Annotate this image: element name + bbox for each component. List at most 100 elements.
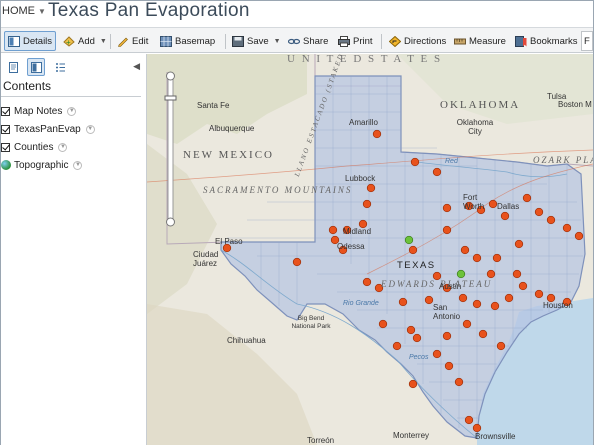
bookmarks-button[interactable]: Bookmarks — [512, 31, 581, 51]
map-label-city: Lubbock — [345, 174, 376, 183]
layer-checkbox[interactable] — [1, 142, 10, 152]
basemap-label: Basemap — [175, 35, 216, 47]
layer-label: TexasPanEvap — [14, 123, 81, 135]
share-button[interactable]: Share — [285, 31, 331, 51]
basemap-button[interactable]: Basemap — [157, 31, 218, 51]
details-button[interactable]: Details — [4, 31, 57, 51]
station-point[interactable] — [408, 245, 418, 255]
map-label-river: Pecos — [409, 354, 429, 361]
add-label: Add — [78, 35, 95, 47]
station-point[interactable] — [408, 379, 418, 389]
station-point[interactable] — [514, 239, 524, 249]
toolbar-divider — [381, 34, 382, 49]
layer-label: Map Notes — [14, 105, 63, 117]
station-point[interactable] — [410, 157, 420, 167]
station-point[interactable] — [362, 199, 372, 209]
legend-list-icon — [55, 62, 65, 72]
station-point[interactable] — [500, 211, 510, 221]
save-label: Save — [247, 35, 269, 47]
station-point[interactable] — [512, 269, 522, 279]
layer-map-notes[interactable]: Map Notes ▼ — [1, 104, 77, 118]
map-label-city: Dallas — [497, 202, 520, 211]
station-point[interactable] — [442, 225, 452, 235]
collapse-panel-icon[interactable]: ◀ — [133, 61, 140, 72]
layer-texaspanevap[interactable]: TexasPanEvap ▼ — [1, 122, 95, 136]
map-label-city: Houston — [543, 301, 573, 310]
title-bar: HOME ▼ Texas Pan Evaporation — [1, 0, 593, 25]
station-point[interactable] — [362, 277, 372, 287]
station-point[interactable] — [504, 293, 514, 303]
station-point[interactable] — [486, 269, 496, 279]
home-menu[interactable]: HOME ▼ — [1, 5, 46, 21]
station-point[interactable] — [406, 325, 416, 335]
station-point[interactable] — [518, 281, 528, 291]
station-point[interactable] — [424, 295, 434, 305]
bookmark-icon — [515, 35, 527, 47]
station-point[interactable] — [454, 377, 464, 387]
measure-button[interactable]: Measure — [451, 31, 509, 51]
station-point[interactable] — [444, 361, 454, 371]
about-doc-icon — [8, 61, 18, 73]
station-point[interactable] — [372, 129, 382, 139]
edit-button[interactable]: Edit — [114, 31, 151, 51]
layer-options-chevron-icon[interactable]: ▼ — [58, 142, 68, 152]
station-point[interactable] — [378, 319, 388, 329]
basemap-globe-icon — [1, 160, 11, 170]
station-point[interactable] — [534, 289, 544, 299]
contents-divider — [1, 96, 141, 97]
station-point[interactable] — [472, 423, 482, 433]
add-button[interactable]: + Add ▼ — [60, 31, 110, 51]
map-label-sacramento-mountains: SACRAMENTO MOUNTAINS — [203, 185, 353, 195]
station-point[interactable] — [442, 331, 452, 341]
layer-checkbox[interactable] — [1, 124, 10, 134]
directions-button[interactable]: Directions — [386, 31, 449, 51]
add-icon: + — [63, 35, 75, 47]
tab-about[interactable] — [4, 58, 22, 76]
station-point[interactable] — [432, 349, 442, 359]
tab-contents[interactable] — [27, 58, 45, 76]
station-point[interactable] — [478, 329, 488, 339]
edit-label: Edit — [132, 35, 149, 47]
station-point[interactable] — [366, 183, 376, 193]
layer-options-chevron-icon[interactable]: ▼ — [73, 160, 83, 170]
print-button[interactable]: Print — [335, 31, 376, 51]
details-icon — [8, 35, 20, 47]
find-button[interactable]: F — [581, 31, 593, 51]
station-point[interactable] — [574, 231, 584, 241]
layer-checkbox[interactable] — [1, 106, 10, 116]
station-point[interactable] — [534, 207, 544, 217]
map-label-city: Oklahoma City — [456, 118, 494, 136]
tab-legend[interactable] — [51, 58, 69, 76]
station-point[interactable] — [490, 301, 500, 311]
station-point[interactable] — [562, 223, 572, 233]
station-point[interactable] — [462, 319, 472, 329]
station-point[interactable] — [432, 167, 442, 177]
details-label: Details — [23, 35, 53, 47]
save-button[interactable]: Save ▼ — [229, 31, 284, 51]
station-point[interactable] — [442, 203, 452, 213]
station-point[interactable] — [472, 253, 482, 263]
station-point[interactable] — [460, 245, 470, 255]
layer-counties[interactable]: Counties ▼ — [1, 140, 68, 154]
map-title: Texas Pan Evaporation — [48, 0, 250, 21]
station-point[interactable] — [546, 215, 556, 225]
station-point[interactable] — [492, 253, 502, 263]
station-point[interactable] — [392, 341, 402, 351]
station-point[interactable] — [472, 299, 482, 309]
directions-icon — [389, 35, 401, 47]
selected-station-point[interactable] — [456, 269, 466, 279]
layer-options-chevron-icon[interactable]: ▼ — [67, 106, 77, 116]
station-point[interactable] — [458, 293, 468, 303]
station-point[interactable] — [464, 415, 474, 425]
station-point[interactable] — [328, 225, 338, 235]
station-point[interactable] — [292, 257, 302, 267]
map-canvas[interactable]: NEW MEXICO OKLAHOMA TEXAS SACRAMENTO MOU… — [147, 54, 593, 445]
layer-topographic[interactable]: Topographic ▼ — [1, 158, 83, 172]
station-point[interactable] — [398, 297, 408, 307]
station-point[interactable] — [496, 341, 506, 351]
layer-options-chevron-icon[interactable]: ▼ — [85, 124, 95, 134]
selected-station-point[interactable] — [404, 235, 414, 245]
station-point[interactable] — [412, 333, 422, 343]
map-label-city: El Paso — [215, 237, 243, 246]
station-point[interactable] — [522, 193, 532, 203]
